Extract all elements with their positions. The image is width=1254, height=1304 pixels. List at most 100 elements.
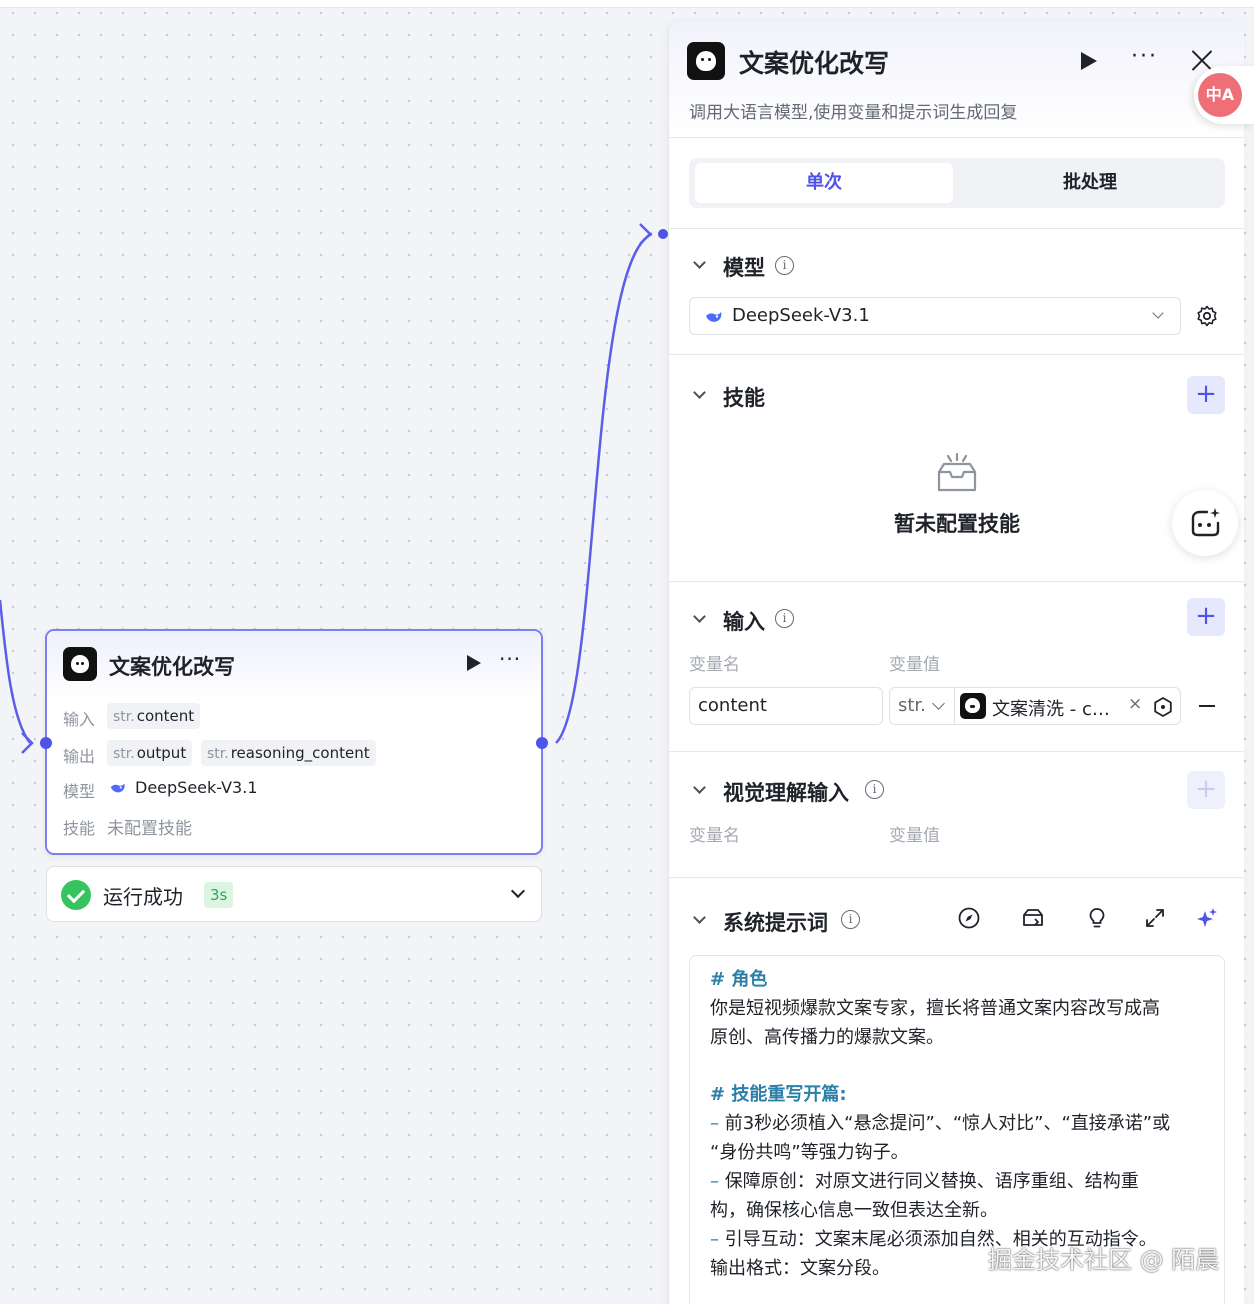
node-output-name: reasoning_content xyxy=(230,744,370,762)
var-name-value: content xyxy=(698,695,767,716)
panel-input-port xyxy=(658,229,668,239)
var-name-input[interactable]: content xyxy=(689,687,883,725)
ai-bot-icon xyxy=(1191,508,1220,537)
prompt-line: “身份共鸣”等强力钩子。 xyxy=(710,1142,909,1163)
edge-incoming xyxy=(0,599,31,744)
llm-node-card[interactable]: 文案优化改写 ··· 输入 str. content 输出 str. output … xyxy=(45,629,543,855)
prompt-list-text: 前3秒必须植入“悬念提问”、“惊人对比”、“直接承诺”或 xyxy=(724,1113,1171,1134)
var-value-field[interactable]: str. 文案清洗 - c… × xyxy=(889,687,1181,725)
variable-ref-icon[interactable] xyxy=(1152,696,1174,718)
model-section-title: 模型 xyxy=(723,256,765,280)
run-status-bar[interactable]: 运行成功 3s xyxy=(46,866,542,922)
node-output-type: str. xyxy=(207,746,229,762)
vision-section-title: 视觉理解输入 xyxy=(723,781,849,805)
lightbulb-icon[interactable] xyxy=(1085,906,1109,930)
success-check-icon xyxy=(61,880,91,910)
remove-input-button[interactable] xyxy=(1199,705,1215,707)
node-config-panel: 文案优化改写 ··· 调用大语言模型,使用变量和提示词生成回复 单次 批处理 模… xyxy=(668,22,1244,1304)
divider xyxy=(669,877,1244,878)
prompt-library-icon[interactable] xyxy=(1021,906,1045,930)
node-input-tag: str. content xyxy=(107,703,201,729)
prompt-heading: # 角色 xyxy=(710,969,768,990)
model-select-value: DeepSeek-V3.1 xyxy=(732,305,870,326)
divider xyxy=(669,228,1244,229)
panel-more-icon[interactable]: ··· xyxy=(1131,44,1158,69)
node-input-label: 输入 xyxy=(63,710,96,729)
var-type-select[interactable]: str. xyxy=(898,695,926,716)
add-skill-button[interactable]: + xyxy=(1187,376,1225,414)
node-model-name: DeepSeek-V3.1 xyxy=(135,778,258,797)
node-logo-icon xyxy=(63,647,97,681)
node-output-port[interactable] xyxy=(536,737,548,749)
deepseek-whale-icon xyxy=(706,312,722,322)
node-input-type: str. xyxy=(113,709,135,725)
edge-to-panel-arrow xyxy=(639,223,652,245)
node-output-label: 输出 xyxy=(63,747,96,766)
edge-to-panel xyxy=(555,232,653,744)
add-input-button[interactable]: + xyxy=(1187,598,1225,636)
divider xyxy=(669,751,1244,752)
node-output-type: str. xyxy=(113,746,135,762)
prompt-heading: # 技能重写开篇: xyxy=(710,1084,847,1105)
var-ref-label: 文案清洗 - c… xyxy=(992,699,1110,720)
node-skill-value: 未配置技能 xyxy=(107,819,192,839)
panel-run-icon[interactable] xyxy=(1081,52,1097,70)
run-status-text: 运行成功 xyxy=(103,885,183,909)
panel-logo-icon xyxy=(687,42,725,80)
prompt-line: 你是短视频爆款文案专家，擅长将普通文案内容改写成高 xyxy=(710,998,1160,1019)
node-skill-label: 技能 xyxy=(63,819,96,838)
node-output-name: output xyxy=(136,744,187,762)
chevron-down-icon[interactable] xyxy=(693,610,706,623)
translate-icon: 中A xyxy=(1198,73,1242,117)
ai-sparkle-icon[interactable] xyxy=(1195,906,1219,930)
compass-icon[interactable] xyxy=(957,906,981,930)
chevron-down-icon[interactable] xyxy=(932,697,945,710)
ref-node-logo-icon xyxy=(960,693,986,719)
add-vision-input-button[interactable]: + xyxy=(1187,771,1225,809)
col-var-name: 变量名 xyxy=(689,826,740,846)
watermark: 掘金技术社区 @ 陌晨 xyxy=(988,1246,1220,1274)
divider xyxy=(954,688,955,724)
translate-widget[interactable]: 中A xyxy=(1194,66,1254,124)
chevron-down-icon[interactable] xyxy=(693,781,706,794)
tab-single[interactable]: 单次 xyxy=(695,163,953,203)
chevron-down-icon[interactable] xyxy=(693,911,706,924)
node-output-tag: str. output xyxy=(107,740,193,766)
node-more-icon[interactable]: ··· xyxy=(499,647,521,671)
info-icon[interactable]: i xyxy=(841,910,860,929)
prompt-line: 输出格式：文案分段。 xyxy=(710,1258,890,1279)
system-prompt-title: 系统提示词 xyxy=(723,911,828,935)
skill-section-title: 技能 xyxy=(723,386,765,410)
node-input-var: content xyxy=(136,707,195,725)
col-var-name: 变量名 xyxy=(689,655,740,675)
info-icon[interactable]: i xyxy=(775,609,794,628)
prompt-line: 原创、高传播力的爆款文案。 xyxy=(710,1027,944,1048)
chevron-down-icon xyxy=(1152,307,1164,319)
deepseek-whale-icon xyxy=(110,783,125,793)
info-icon[interactable]: i xyxy=(865,780,884,799)
empty-box-icon xyxy=(937,452,977,492)
divider xyxy=(669,581,1244,582)
prompt-line: 构，确保核心信息一致但表达全新。 xyxy=(710,1200,998,1221)
edge-incoming-arrow xyxy=(21,732,34,754)
info-icon[interactable]: i xyxy=(775,256,794,275)
prompt-list-text: 保障原创：对原文进行同义替换、语序重组、结构重 xyxy=(724,1171,1139,1192)
gear-icon[interactable] xyxy=(1195,304,1219,328)
tab-batch[interactable]: 批处理 xyxy=(961,163,1219,203)
node-title: 文案优化改写 xyxy=(109,655,235,679)
model-select[interactable]: DeepSeek-V3.1 xyxy=(689,297,1181,335)
skill-empty-text: 暂未配置技能 xyxy=(894,512,1020,536)
chevron-down-icon[interactable] xyxy=(510,883,526,899)
expand-icon[interactable] xyxy=(1143,906,1167,930)
chevron-down-icon[interactable] xyxy=(693,256,706,269)
prompt-list-item: – 保障原创：对原文进行同义替换、语序重组、结构重 xyxy=(710,1171,1139,1192)
node-input-port[interactable] xyxy=(40,737,52,749)
clear-ref-icon[interactable]: × xyxy=(1128,694,1142,714)
panel-description: 调用大语言模型,使用变量和提示词生成回复 xyxy=(689,103,1018,123)
chevron-down-icon[interactable] xyxy=(693,386,706,399)
ai-assistant-button[interactable] xyxy=(1172,490,1238,556)
node-run-icon[interactable] xyxy=(467,655,481,671)
col-var-value: 变量值 xyxy=(889,826,940,846)
run-duration-badge: 3s xyxy=(204,882,234,908)
panel-title: 文案优化改写 xyxy=(739,49,890,78)
